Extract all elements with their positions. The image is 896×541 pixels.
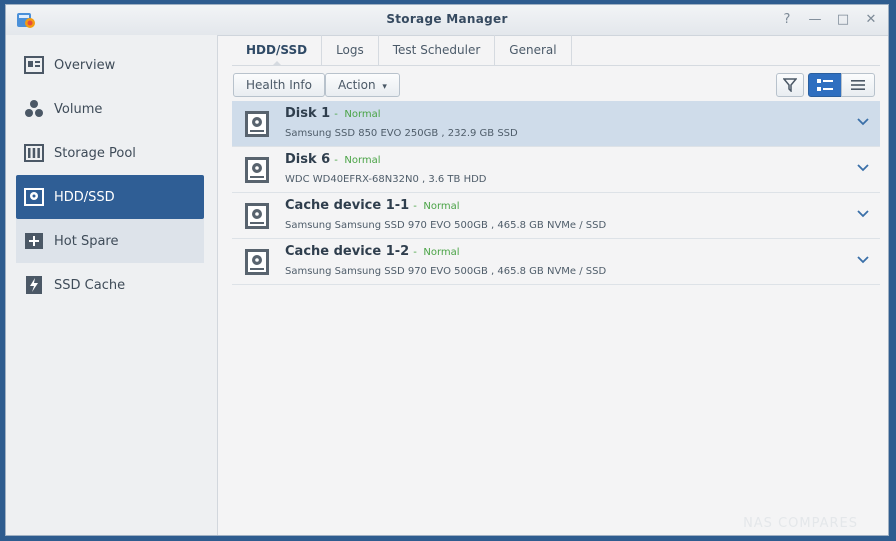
sidebar-item-storage-pool[interactable]: Storage Pool	[16, 131, 204, 175]
status-separator: -	[334, 109, 338, 120]
filter-icon	[783, 78, 797, 92]
overview-icon	[24, 55, 44, 75]
sidebar-item-label: Hot Spare	[54, 233, 119, 249]
filter-button[interactable]	[776, 73, 804, 97]
watermark: NAS COMPARES	[743, 516, 858, 531]
disk-row-disk-6[interactable]: Disk 6- Normal WDC WD40EFRX-68N32N0 , 3.…	[232, 147, 880, 193]
ssd-cache-icon	[24, 275, 44, 295]
sidebar-item-label: Volume	[54, 101, 103, 117]
minimize-icon[interactable]: —	[806, 11, 824, 29]
tab-divider	[232, 65, 880, 66]
disk-name: Cache device 1-2	[285, 244, 410, 259]
disk-row-cache-device-1-1[interactable]: Cache device 1-1- Normal Samsung Samsung…	[232, 193, 880, 239]
action-button-label: Action	[338, 78, 376, 92]
sidebar-item-label: HDD/SSD	[54, 189, 115, 205]
disk-description: Samsung Samsung SSD 970 EVO 500GB , 465.…	[285, 220, 607, 231]
list-view-icon	[817, 79, 833, 91]
chevron-down-icon[interactable]	[856, 161, 870, 175]
title-bar[interactable]: Storage Manager ? — □ ✕	[6, 5, 888, 36]
help-icon[interactable]: ?	[778, 11, 796, 29]
chevron-down-icon[interactable]	[856, 207, 870, 221]
status-separator: -	[334, 155, 338, 166]
tab-general[interactable]: General	[495, 35, 572, 65]
disk-list: Disk 1- Normal Samsung SSD 850 EVO 250GB…	[232, 101, 880, 285]
hard-disk-icon	[245, 157, 269, 183]
status-separator: -	[413, 247, 417, 258]
hdd-icon	[24, 187, 44, 207]
tab-test-scheduler[interactable]: Test Scheduler	[379, 35, 496, 65]
storage-pool-icon	[24, 143, 44, 163]
sidebar-item-volume[interactable]: Volume	[16, 87, 204, 131]
compact-view-button[interactable]	[841, 73, 875, 97]
window-title: Storage Manager	[386, 12, 508, 26]
main-panel: HDD/SSD Logs Test Scheduler General Heal…	[218, 35, 888, 535]
disk-name: Disk 6	[285, 152, 331, 167]
status-badge: Normal	[344, 109, 381, 120]
disk-description: WDC WD40EFRX-68N32N0 , 3.6 TB HDD	[285, 174, 487, 185]
caret-down-icon: ▾	[382, 82, 387, 92]
sidebar-item-hdd-ssd[interactable]: HDD/SSD	[16, 175, 204, 219]
chevron-down-icon[interactable]	[856, 253, 870, 267]
sidebar-item-label: Overview	[54, 57, 116, 73]
status-separator: -	[413, 201, 417, 212]
maximize-icon[interactable]: □	[834, 11, 852, 29]
sidebar-item-label: Storage Pool	[54, 145, 136, 161]
tab-bar: HDD/SSD Logs Test Scheduler General	[232, 35, 572, 66]
disk-name: Cache device 1-1	[285, 198, 410, 213]
status-badge: Normal	[344, 155, 381, 166]
sidebar-item-hot-spare[interactable]: Hot Spare	[16, 219, 204, 263]
sidebar-item-label: SSD Cache	[54, 277, 126, 293]
disk-description: Samsung SSD 850 EVO 250GB , 232.9 GB SSD	[285, 128, 518, 139]
hard-disk-icon	[245, 249, 269, 275]
action-dropdown-button[interactable]: Action ▾	[325, 73, 400, 97]
health-info-button[interactable]: Health Info	[233, 73, 325, 97]
disk-description: Samsung Samsung SSD 970 EVO 500GB , 465.…	[285, 266, 607, 277]
tab-hdd-ssd[interactable]: HDD/SSD	[232, 35, 323, 66]
disk-name: Disk 1	[285, 106, 331, 121]
status-badge: Normal	[423, 247, 460, 258]
chevron-down-icon[interactable]	[856, 115, 870, 129]
hard-disk-icon	[245, 111, 269, 137]
list-view-button[interactable]	[808, 73, 842, 97]
status-badge: Normal	[423, 201, 460, 212]
disk-row-cache-device-1-2[interactable]: Cache device 1-2- Normal Samsung Samsung…	[232, 239, 880, 285]
sidebar-item-overview[interactable]: Overview	[16, 43, 204, 87]
hot-spare-icon	[24, 231, 44, 251]
sidebar-item-ssd-cache[interactable]: SSD Cache	[16, 263, 204, 307]
disk-row-disk-1[interactable]: Disk 1- Normal Samsung SSD 850 EVO 250GB…	[232, 101, 880, 147]
close-icon[interactable]: ✕	[862, 11, 880, 29]
hard-disk-icon	[245, 203, 269, 229]
menu-lines-icon	[851, 80, 865, 90]
volume-icon	[24, 99, 44, 119]
tab-logs[interactable]: Logs	[322, 35, 379, 65]
sidebar: Overview Volume Storage Pool HDD/SSD Hot…	[6, 35, 218, 535]
storage-manager-window: Storage Manager ? — □ ✕ Overview Volume …	[5, 4, 889, 536]
